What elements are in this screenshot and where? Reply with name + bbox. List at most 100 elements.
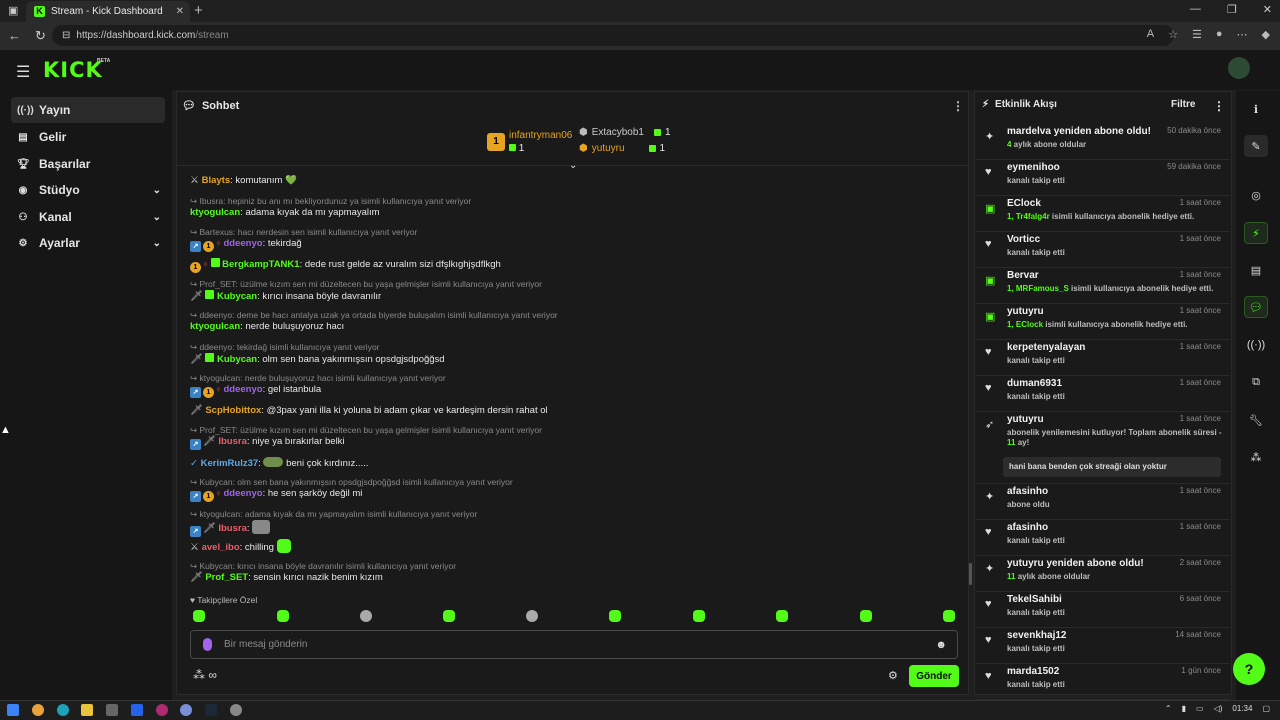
activity-item[interactable]: ♥ TekelSahibi 6 saat önce kanalı takip etti (976, 592, 1230, 628)
profile-icon[interactable]: ● (1216, 28, 1223, 41)
reply-context[interactable]: ktyogulcan: nerde buluşuyoruz hacı isiml… (200, 373, 446, 383)
window-close-icon[interactable]: ✕ (1263, 3, 1272, 16)
activity-item[interactable]: ➶ yutuyru 1 saat önce abonelik yenilemesini… (976, 412, 1230, 484)
store-icon[interactable] (106, 704, 118, 716)
activity-name[interactable]: Bervar (1007, 270, 1039, 281)
activity-name[interactable]: yutuyru (1007, 414, 1044, 425)
app-icon[interactable] (32, 704, 44, 716)
activity-menu-icon[interactable]: ⋮ (1213, 99, 1225, 113)
kick-points-icon[interactable]: ⁂ (193, 668, 205, 682)
copilot-icon[interactable]: ◆ (1262, 28, 1270, 41)
activity-item[interactable]: ✦ mardelva yeniden abone oldu! 50 dakika ö… (976, 124, 1230, 160)
chat-settings-icon[interactable]: ⚙ (888, 669, 898, 682)
chat-username[interactable]: Prof_SET (205, 572, 248, 583)
url-bar[interactable]: ⊟ https://dashboard.kick.com/stream (52, 25, 1174, 46)
app-icon[interactable] (180, 704, 192, 716)
broadcast-rail-icon[interactable]: ((·)) (1244, 334, 1268, 356)
chat-username[interactable]: ktyogulcan (190, 321, 240, 332)
chat-username[interactable]: Ibusra (218, 523, 247, 534)
favorites-icon[interactable]: ☰ (1192, 28, 1202, 41)
more-icon[interactable]: ⋯ (1237, 28, 1248, 41)
sidebar-item-kanal[interactable]: ⚇ Kanal ⌄ (11, 204, 165, 230)
chat-username[interactable]: Blayts (202, 175, 231, 186)
clock[interactable]: 01:34 (1232, 704, 1252, 713)
activity-item[interactable]: ▣ EClock 1 saat önce 1, Tr4falg4r isimli ku… (976, 196, 1230, 232)
back-icon[interactable]: ← (8, 28, 21, 44)
favorite-star-icon[interactable]: ☆ (1168, 28, 1178, 41)
activity-name[interactable]: kerpetenyalayan (1007, 342, 1085, 353)
activity-item[interactable]: ♥ sevenkhaj12 14 saat önce kanalı takip ett… (976, 628, 1230, 664)
new-tab-icon[interactable]: + (194, 2, 203, 19)
emote-icon[interactable] (943, 610, 955, 622)
activity-item[interactable]: ♥ Vorticc 1 saat önce kanalı takip etti (976, 232, 1230, 268)
emote-icon[interactable] (193, 610, 205, 622)
chat-username[interactable]: ktyogulcan (190, 207, 240, 218)
reply-context[interactable]: Ibusra: hepiniz bu anı mı bekliyordunuz … (200, 196, 472, 206)
reply-context[interactable]: Kubycan: olm sen bana yakınmışsın opsdgj… (200, 477, 513, 487)
emote-icon[interactable] (609, 610, 621, 622)
wrench-icon[interactable]: 🔧︎ (1244, 409, 1268, 431)
activity-item[interactable]: ♥ marda1502 1 gün önce kanalı takip etti (976, 664, 1230, 700)
activity-name[interactable]: TekelSahibi (1007, 594, 1062, 605)
edit-icon[interactable]: ✎ (1244, 135, 1268, 157)
outlook-icon[interactable] (131, 704, 143, 716)
activity-item[interactable]: ♥ kerpetenyalayan 1 saat önce kanalı takip … (976, 340, 1230, 376)
chat-username[interactable]: ScpHobittox (205, 405, 261, 416)
sidebar-item-yayin[interactable]: ((·)) Yayın (11, 97, 165, 123)
chat-menu-icon[interactable]: ⋮ (952, 99, 964, 113)
steam-icon[interactable] (205, 704, 217, 716)
send-button[interactable]: Gönder (909, 665, 959, 687)
top-gifter-3[interactable]: ⬢ yutuyru 1 (579, 143, 665, 154)
reply-context[interactable]: Prof_SET: üzülme kızım sen mi düzeltecen… (200, 279, 543, 289)
network-icon[interactable]: ▭ (1196, 704, 1204, 713)
volume-icon[interactable]: ◁) (1214, 704, 1223, 713)
sidebar-item-ayarlar[interactable]: ⚙ Ayarlar ⌄ (11, 230, 165, 256)
chat-username[interactable]: KerimRulz37 (201, 458, 259, 469)
activity-name[interactable]: afasinho (1007, 522, 1048, 533)
file-explorer-icon[interactable] (81, 704, 93, 716)
activity-item[interactable]: ♥ afasinho 1 saat önce kanalı takip etti (976, 520, 1230, 556)
activity-item[interactable]: ♥ duman6931 1 saat önce kanalı takip etti (976, 376, 1230, 412)
activity-name[interactable]: marda1502 (1007, 666, 1059, 677)
activity-item[interactable]: ✦ yutuyru yeniden abone oldu! 2 saat önce 1… (976, 556, 1230, 592)
infinity-icon[interactable]: ∞ (208, 668, 217, 682)
reply-context[interactable]: ddeenyo: deme be hacı antalya uzak ya or… (200, 310, 558, 320)
activity-name[interactable]: EClock (1007, 198, 1041, 209)
chat-username[interactable]: ddeenyo (224, 238, 263, 249)
chat-scrollbar[interactable] (969, 563, 972, 585)
chat-toggle-icon[interactable]: 💬︎ (1244, 296, 1268, 318)
activity-name[interactable]: duman6931 (1007, 378, 1062, 389)
site-info-icon[interactable]: ⊟ (62, 30, 70, 41)
reply-context[interactable]: ddeenyo: tekirdağ isimli kullanıcıya yan… (200, 342, 380, 352)
chat-username[interactable]: ddeenyo (224, 488, 263, 499)
tab-actions-icon[interactable]: ▣ (8, 4, 18, 17)
browser-tab[interactable]: K Stream - Kick Dashboard ✕ (26, 1, 190, 22)
layers-icon[interactable]: ⧉ (1244, 371, 1268, 393)
sidebar-item-basarilar[interactable]: 🏆︎ Başarılar (11, 151, 165, 177)
top-gifter-1[interactable]: 1 infantryman06 1 (487, 130, 572, 154)
minimize-icon[interactable]: — (1190, 3, 1201, 16)
top-gifter-2[interactable]: ⬢ Extacybob1 1 (579, 127, 671, 138)
microphone-icon[interactable] (203, 638, 212, 651)
activity-name[interactable]: yutuyru (1007, 306, 1044, 317)
activity-name[interactable]: Vorticc (1007, 234, 1040, 245)
user-avatar[interactable] (1228, 57, 1250, 79)
chat-username[interactable]: ddeenyo (224, 384, 263, 395)
sidebar-item-studyo[interactable]: ◉ Stüdyo ⌄ (11, 177, 165, 203)
edge-icon[interactable] (57, 704, 69, 716)
chat-username[interactable]: Kubycan (217, 291, 257, 302)
refresh-icon[interactable]: ↻ (35, 28, 46, 44)
app-icon[interactable] (230, 704, 242, 716)
emote-icon[interactable] (277, 610, 289, 622)
activity-name[interactable]: mardelva yeniden abone oldu! (1007, 126, 1151, 137)
activity-item[interactable]: ♥ eymenihoo 59 dakika önce kanalı takip ett… (976, 160, 1230, 196)
info-icon[interactable]: ℹ (1244, 98, 1268, 120)
menu-icon[interactable]: ☰ (16, 62, 30, 82)
notifications-icon[interactable]: ▢ (1262, 704, 1270, 713)
chat-username[interactable]: Kubycan (217, 354, 257, 365)
maximize-icon[interactable]: ❐ (1227, 3, 1237, 16)
emote-icon[interactable] (776, 610, 788, 622)
windows-start-icon[interactable] (7, 704, 19, 716)
app-icon[interactable] (156, 704, 168, 716)
activity-item[interactable]: ✦ afasinho 1 saat önce abone oldu (976, 484, 1230, 520)
